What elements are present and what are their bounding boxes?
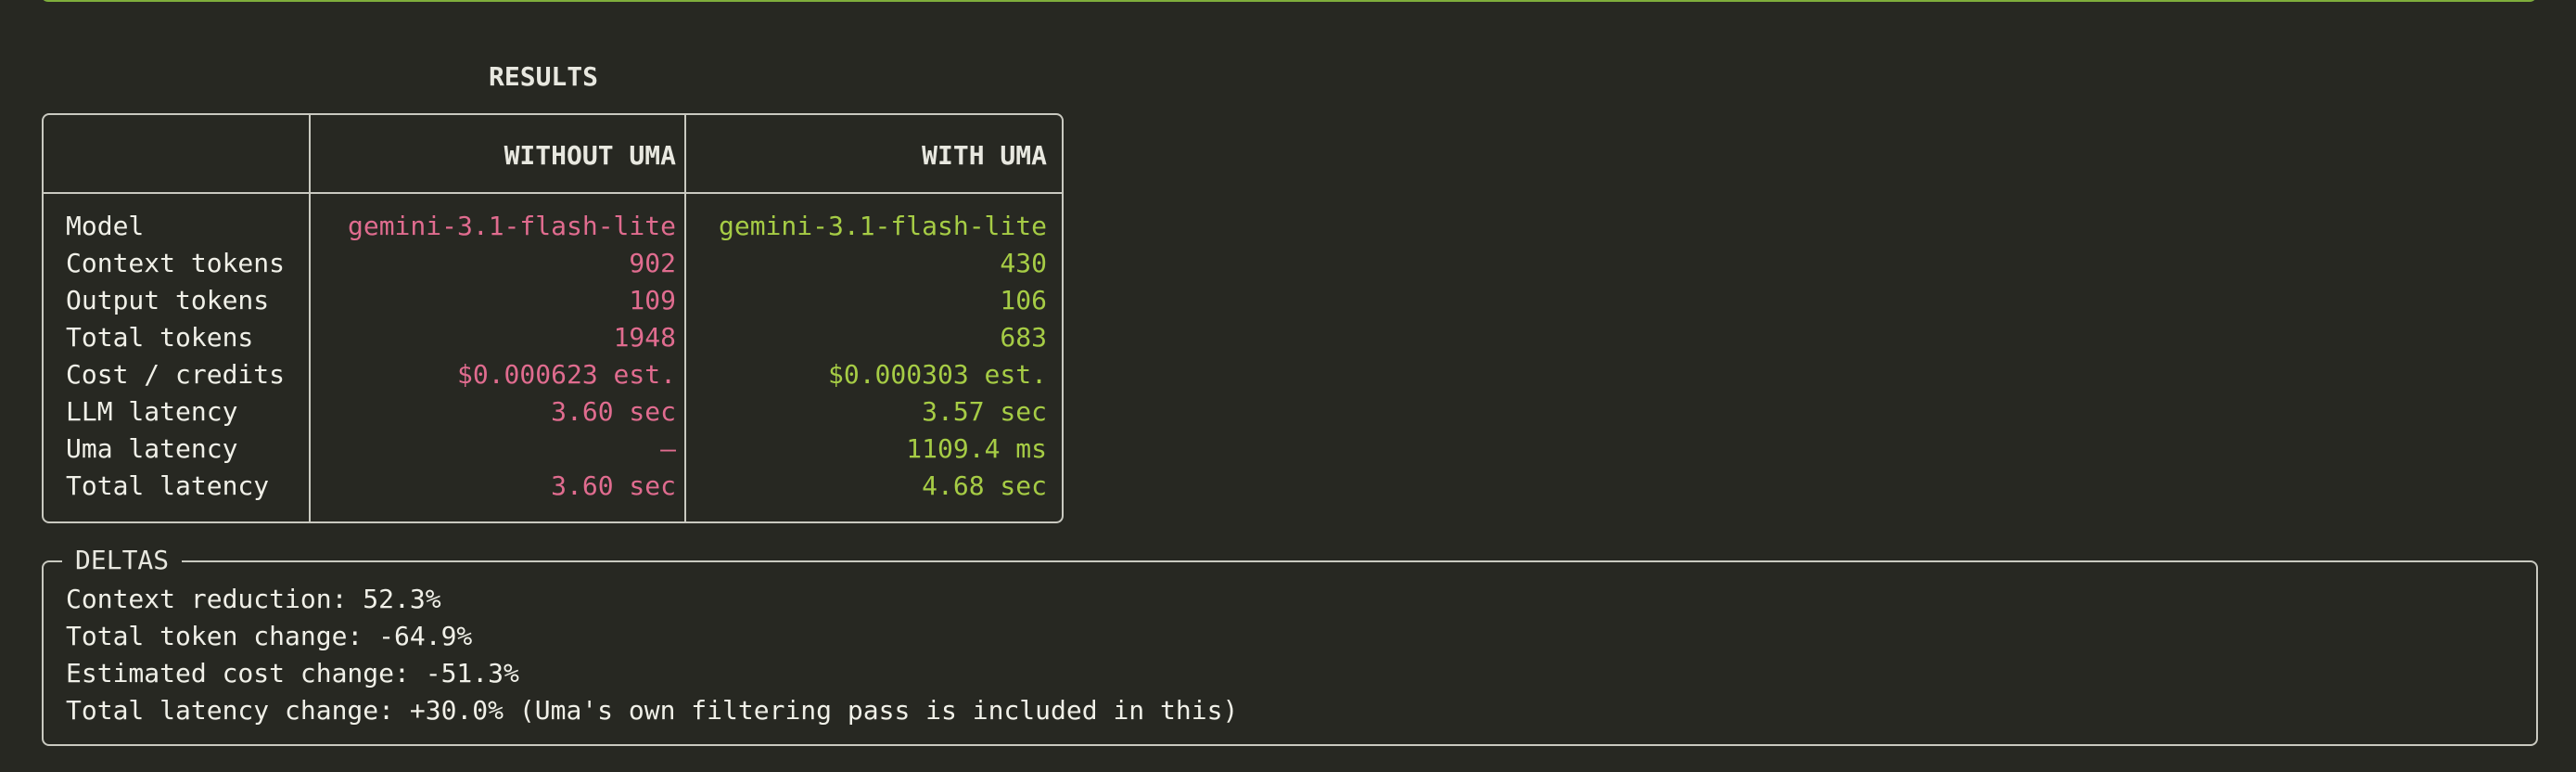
row-label: Cost / credits: [66, 359, 286, 390]
row-label: Total tokens: [66, 322, 254, 353]
deltas-list: Context reduction: 52.3% Total token cha…: [66, 581, 1238, 729]
value-with-uma: 106: [1000, 285, 1047, 315]
value-without-uma: $0.000623 est.: [456, 359, 676, 390]
value-without-uma: 1948: [613, 322, 676, 353]
value-with-uma: 1109.4 ms: [906, 433, 1047, 464]
previous-panel-border: [41, 0, 2537, 2]
results-table: WITHOUT UMA WITH UMA Model gemini-3.1-fl…: [42, 113, 1064, 523]
value-with-uma: 3.57 sec: [922, 396, 1047, 427]
deltas-title: DELTAS: [62, 542, 183, 579]
deltas-panel: DELTAS Context reduction: 52.3% Total to…: [42, 542, 2538, 746]
results-rows: Model gemini-3.1-flash-lite gemini-3.1-f…: [44, 208, 1062, 505]
table-row: Model gemini-3.1-flash-lite gemini-3.1-f…: [44, 208, 1062, 245]
table-row: Context tokens 902 430: [44, 245, 1062, 282]
header-separator: [44, 192, 1062, 194]
value-with-uma: 683: [1000, 322, 1047, 353]
table-row: Total latency 3.60 sec 4.68 sec: [44, 468, 1062, 505]
row-label: Uma latency: [66, 433, 238, 464]
row-label: Context tokens: [66, 248, 286, 278]
value-without-uma: 3.60 sec: [551, 396, 676, 427]
table-row: Total tokens 1948 683: [44, 319, 1062, 356]
delta-line: Context reduction: 52.3%: [66, 584, 441, 614]
row-label: Output tokens: [66, 285, 270, 315]
row-label: Model: [66, 211, 145, 241]
value-without-uma: 902: [629, 248, 676, 278]
table-row: Output tokens 109 106: [44, 282, 1062, 319]
value-without-uma: —: [660, 433, 676, 464]
value-without-uma: gemini-3.1-flash-lite: [347, 211, 676, 241]
table-row: LLM latency 3.60 sec 3.57 sec: [44, 393, 1062, 431]
value-with-uma: $0.000303 est.: [827, 359, 1047, 390]
value-without-uma: 3.60 sec: [551, 470, 676, 501]
row-label: LLM latency: [66, 396, 238, 427]
results-title: RESULTS: [489, 61, 599, 92]
value-with-uma: gemini-3.1-flash-lite: [718, 211, 1047, 241]
header-without-uma: WITHOUT UMA: [504, 140, 676, 171]
table-row: Cost / credits $0.000623 est. $0.000303 …: [44, 356, 1062, 393]
value-without-uma: 109: [629, 285, 676, 315]
table-row: Uma latency — 1109.4 ms: [44, 431, 1062, 468]
delta-line: Total token change: -64.9%: [66, 621, 473, 651]
value-with-uma: 430: [1000, 248, 1047, 278]
delta-line: Total latency change: +30.0% (Uma's own …: [66, 695, 1239, 726]
header-with-uma: WITH UMA: [922, 140, 1047, 171]
delta-line: Estimated cost change: -51.3%: [66, 658, 519, 688]
row-label: Total latency: [66, 470, 270, 501]
value-with-uma: 4.68 sec: [922, 470, 1047, 501]
